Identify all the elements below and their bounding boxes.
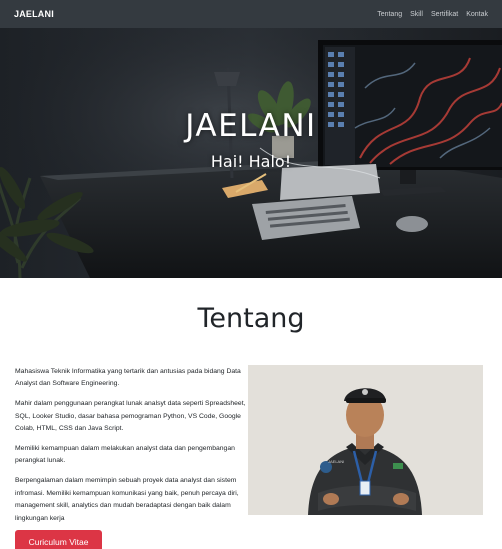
hero-section: JAELANI Hai! Halo!	[0, 28, 502, 278]
shirt-text: JAELANI	[328, 459, 344, 464]
nav-link-tentang[interactable]: Tentang	[377, 11, 402, 18]
navbar: JAELANI Tentang Skill Sertifikat Kontak	[0, 0, 502, 28]
nav-link-sertifikat[interactable]: Sertifikat	[431, 11, 458, 18]
cv-button[interactable]: Curiculum Vitae	[15, 530, 102, 549]
profile-photo-image: JAELANI	[248, 365, 483, 515]
about-heading: Tentang	[197, 303, 305, 334]
about-text: Mahasiswa Teknik Informatika yang tertar…	[15, 366, 247, 532]
hero-subtitle: Hai! Halo!	[210, 152, 292, 171]
nav-links: Tentang Skill Sertifikat Kontak	[377, 11, 488, 18]
brand-link[interactable]: JAELANI	[14, 9, 54, 19]
nav-link-kontak[interactable]: Kontak	[466, 11, 488, 18]
about-paragraph: Berpengalaman dalam memimpin sebuah proy…	[15, 477, 239, 522]
about-paragraph: Mahasiswa Teknik Informatika yang tertar…	[15, 368, 241, 388]
hero-title: JAELANI	[185, 108, 317, 144]
nav-link-skill[interactable]: Skill	[410, 11, 423, 18]
about-paragraph: Memiliki kemampuan dalam melakukan analy…	[15, 445, 235, 465]
profile-photo: JAELANI	[248, 365, 483, 515]
about-paragraph: Mahir dalam penggunaan perangkat lunak a…	[15, 400, 246, 433]
